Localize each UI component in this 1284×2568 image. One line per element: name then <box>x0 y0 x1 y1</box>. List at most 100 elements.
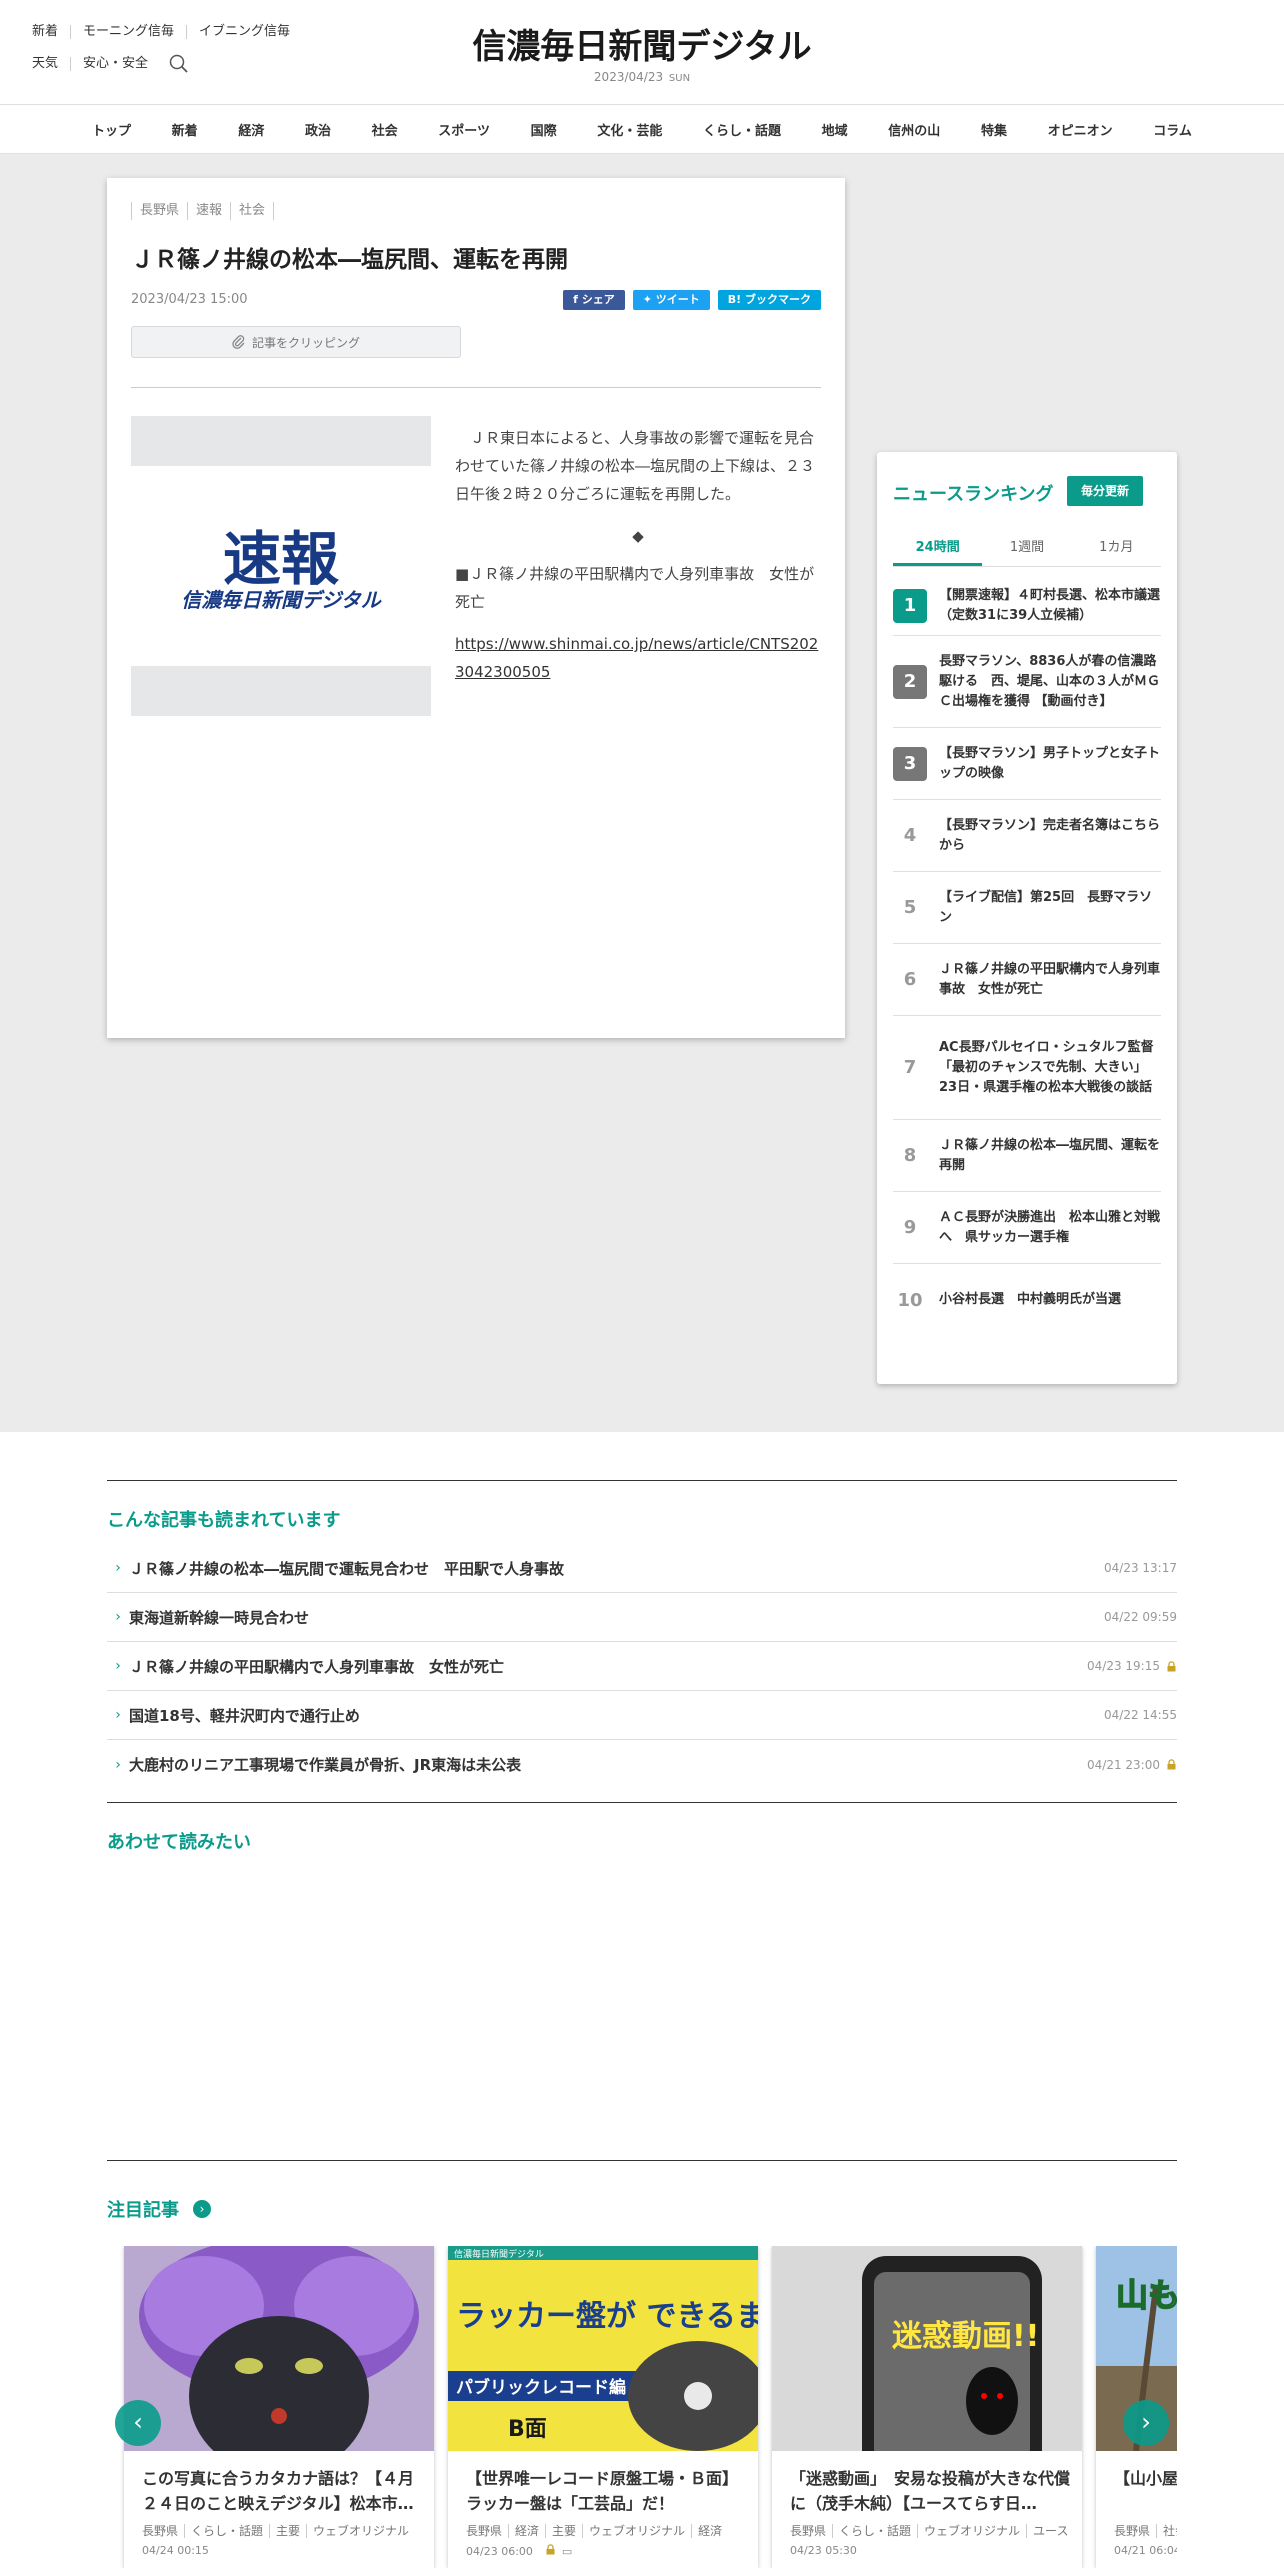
related-item-title: 大鹿村のリニア工事現場で作業員が骨折、JR東海は未公表 <box>129 1756 522 1774</box>
related-item-title: ＪＲ篠ノ井線の平田駅構内で人身列車事故 女性が死亡 <box>129 1657 505 1676</box>
header-date: 2023/04/23 SUN <box>0 70 1284 84</box>
featured-card-tags: 長野県 経済 主要 ウェブオリジナル 経済 <box>466 2522 750 2539</box>
featured-card[interactable]: ラッカー盤が できるまでパブリックレコード編 B面 信濃毎日新聞デジタル【世界唯一レ… <box>448 2246 758 2568</box>
related-item[interactable]: › 国道18号、軽井沢町内で通行止め 04/22 14:55 <box>107 1691 1177 1740</box>
facebook-icon: f <box>573 293 582 306</box>
related-item[interactable]: › 東海道新幹線一時見合わせ 04/22 09:59 <box>107 1593 1177 1642</box>
ranking-item[interactable]: 6 ＪＲ篠ノ井線の平田駅構内で人身列車事故 女性が死亡 <box>893 944 1161 1016</box>
ranking-item[interactable]: 9 ＡＣ長野が決勝進出 松本山雅と対戦へ 県サッカー選手権 <box>893 1192 1161 1264</box>
nav-item[interactable]: 新着 <box>172 120 198 139</box>
featured-card-tag[interactable]: 主要 <box>269 2524 307 2538</box>
ranking-item[interactable]: 4 【長野マラソン】完走者名簿はこちらから <box>893 800 1161 872</box>
chevron-right-icon: › <box>115 1609 121 1625</box>
article-card: 長野県 速報 社会 ＪＲ篠ノ井線の松本―塩尻間、運転を再開 2023/04/23 1… <box>107 178 845 1038</box>
ranking-tabs: 24時間 1週間 1カ月 <box>893 528 1161 567</box>
related-item-time: 04/21 23:00 <box>1087 1757 1160 1772</box>
related-item-title: 東海道新幹線一時見合わせ <box>129 1608 310 1627</box>
featured-card-date: 04/23 05:30 <box>790 2544 857 2557</box>
header-link[interactable]: イブニング信毎 <box>186 25 302 39</box>
clip-article-button[interactable]: 記事をクリッピング <box>131 326 461 358</box>
ranking-number: 6 <box>903 969 917 990</box>
featured-card[interactable]: この写真に合うカタカナ語は？【４月２４日のこと映えデジタル】松本市… 長野県 くらし… <box>124 2246 434 2568</box>
featured-card-tag[interactable]: ウェブオリジナル <box>917 2524 1027 2538</box>
featured-card-tag[interactable]: 長野県 <box>142 2524 184 2538</box>
ranking-number: 4 <box>903 825 917 846</box>
featured-card[interactable]: 迷惑動画!! 「迷惑動画」 安易な投稿が大きな代償に（茂手木純）【ユースてらす日…… <box>772 2246 1082 2568</box>
featured-card-tag[interactable]: 経済 <box>691 2524 729 2538</box>
featured-card-image: 迷惑動画!! <box>772 2246 1082 2451</box>
nav-item[interactable]: スポーツ <box>438 120 490 139</box>
nav-item[interactable]: コラム <box>1153 120 1192 139</box>
carousel-next-button[interactable]: › <box>1123 2400 1169 2446</box>
nav-item[interactable]: くらし・話題 <box>703 120 781 139</box>
featured-card-tag[interactable]: 社会 <box>1156 2524 1177 2538</box>
article-tag[interactable]: 長野県 <box>131 202 187 220</box>
video-icon: ▭ <box>561 2544 573 2558</box>
ranking-item[interactable]: 5 【ライブ配信】第25回 長野マラソン <box>893 872 1161 944</box>
featured-card-date-row: 04/21 06:04 <box>1114 2544 1177 2557</box>
nav-item[interactable]: 文化・芸能 <box>597 120 662 139</box>
ranking-item[interactable]: 10 小谷村長選 中村義明氏が当選 <box>893 1264 1161 1336</box>
nav-item[interactable]: 地域 <box>822 120 848 139</box>
nav-item[interactable]: 政治 <box>305 120 331 139</box>
nav-item[interactable]: 経済 <box>238 120 264 139</box>
article-tag[interactable]: 速報 <box>187 202 230 220</box>
related-item[interactable]: › 大鹿村のリニア工事現場で作業員が骨折、JR東海は未公表 04/21 23:00 <box>107 1740 1177 1789</box>
featured-card-tag[interactable]: 経済 <box>508 2524 546 2538</box>
related-item-time: 04/22 09:59 <box>1104 1610 1177 1624</box>
featured-card-tag[interactable]: 長野県 <box>466 2524 508 2538</box>
ranking-number: 10 <box>897 1289 923 1311</box>
lock-icon <box>1160 1657 1177 1676</box>
featured-card-tag[interactable]: 主要 <box>545 2524 583 2538</box>
ranking-text: AC長野パルセイロ・シュタルフ監督「最初のチャンスで先制、大きい」 23日・県選… <box>939 1039 1154 1095</box>
ranking-text: 小谷村長選 中村義明氏が当選 <box>939 1292 1122 1307</box>
ranking-item[interactable]: 7 AC長野パルセイロ・シュタルフ監督「最初のチャンスで先制、大きい」 23日・県… <box>893 1016 1161 1120</box>
nav-item[interactable]: 信州の山 <box>888 120 940 139</box>
header-link[interactable]: 新着 <box>32 25 70 39</box>
ranking-tab[interactable]: 1カ月 <box>1072 528 1161 566</box>
nav-item[interactable]: トップ <box>92 120 131 139</box>
featured-card-title: 【世界唯一レコード原盤工場・Ｂ面】ラッカー盤は「工芸品」だ！ <box>466 2469 739 2513</box>
ranking-item[interactable]: 8 ＪＲ篠ノ井線の松本―塩尻間、運転を再開 <box>893 1120 1161 1192</box>
ranking-item[interactable]: 2 長野マラソン、8836人が春の信濃路駆ける 西、堤尾、山本の３人がＭＧＣ出場権… <box>893 636 1161 728</box>
ranking-text: ＪＲ篠ノ井線の平田駅構内で人身列車事故 女性が死亡 <box>939 961 1161 997</box>
featured-card-tag[interactable]: 長野県 <box>790 2524 832 2538</box>
carousel-prev-button[interactable]: ‹ <box>115 2400 161 2446</box>
header-link[interactable]: 安心・安全 <box>70 57 160 71</box>
featured-card-title: 「迷惑動画」 安易な投稿が大きな代償に（茂手木純）【ユースてらす日… <box>790 2469 1070 2513</box>
featured-card-tag[interactable]: 長野県 <box>1114 2524 1156 2538</box>
nav-item[interactable]: 国際 <box>531 120 557 139</box>
related-item[interactable]: › ＪＲ篠ノ井線の松本―塩尻間で運転見合わせ 平田駅で人身事故 04/23 13:1… <box>107 1544 1177 1593</box>
header-links-row1: 新着 モーニング信毎 イブニング信毎 <box>32 22 302 42</box>
site-logo[interactable]: 信濃毎日新聞デジタル <box>466 20 818 68</box>
ranking-item[interactable]: 1 【開票速報】４町村長選、松本市議選（定数31に39人立候補） <box>893 576 1161 636</box>
ranking-tab[interactable]: 24時間 <box>893 528 983 566</box>
nav-item[interactable]: オピニオン <box>1048 120 1113 139</box>
featured-card-tag[interactable]: くらし・話題 <box>832 2524 918 2538</box>
article-tag[interactable]: 社会 <box>230 202 275 220</box>
article-link[interactable]: https://www.shinmai.co.jp/news/article/C… <box>455 635 818 681</box>
featured-carousel: この写真に合うカタカナ語は？【４月２４日のこと映えデジタル】松本市… 長野県 くらし… <box>114 2246 1177 2568</box>
ranking-list: 1 【開票速報】４町村長選、松本市議選（定数31に39人立候補） 2 長野マラソン、8… <box>893 576 1161 1336</box>
ranking-item[interactable]: 3 【長野マラソン】男子トップと女子トップの映像 <box>893 728 1161 800</box>
related-item[interactable]: › ＪＲ篠ノ井線の平田駅構内で人身列車事故 女性が死亡 04/23 19:15 <box>107 1642 1177 1691</box>
chevron-right-icon: › <box>115 1707 121 1723</box>
facebook-share-label: シェア <box>581 293 615 306</box>
related-item-time: 04/22 14:55 <box>1104 1708 1177 1722</box>
hatena-bookmark-button[interactable]: B! ブックマーク <box>717 290 821 310</box>
featured-card-tag[interactable]: ウェブオリジナル <box>306 2524 416 2538</box>
featured-card-tag[interactable]: くらし・話題 <box>184 2524 270 2538</box>
twitter-share-button[interactable]: ✦ ツイート <box>632 290 710 310</box>
featured-card-tag[interactable]: ユース <box>1026 2524 1074 2538</box>
nav-item[interactable]: 特集 <box>981 120 1007 139</box>
card-image-text: 山も 全 <box>1116 2276 1177 2314</box>
ranking-tab[interactable]: 1週間 <box>982 528 1071 566</box>
facebook-share-button[interactable]: f シェア <box>563 290 625 310</box>
header-link[interactable]: モーニング信毎 <box>70 25 186 39</box>
header-link[interactable]: 天気 <box>32 57 70 71</box>
featured-more-icon[interactable]: › <box>193 2200 211 2218</box>
featured-card-date: 04/24 00:15 <box>142 2544 209 2557</box>
featured-card-tag[interactable]: ウェブオリジナル <box>582 2524 692 2538</box>
nav-item[interactable]: 社会 <box>372 120 398 139</box>
featured-title: 注目記事 <box>107 2200 179 2221</box>
